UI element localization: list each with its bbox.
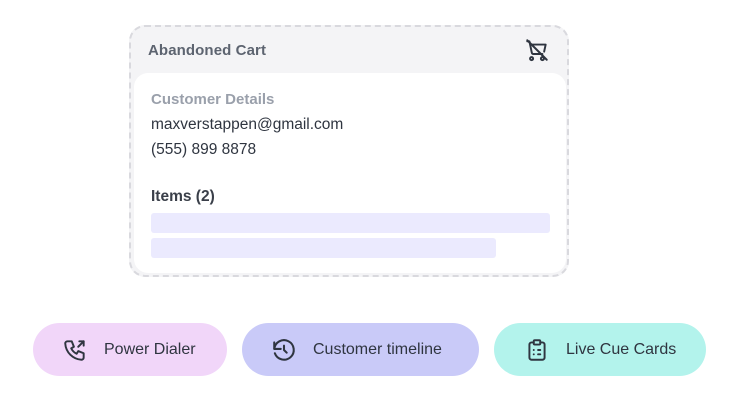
- item-placeholder: [151, 213, 550, 233]
- abandoned-cart-card: Abandoned Cart Customer Details maxverst…: [129, 25, 569, 277]
- live-cue-cards-label: Live Cue Cards: [566, 340, 677, 358]
- history-icon: [271, 337, 297, 363]
- stage: Abandoned Cart Customer Details maxverst…: [0, 0, 739, 404]
- customer-details-label: Customer Details: [151, 91, 275, 108]
- customer-email: maxverstappen@gmail.com: [151, 116, 344, 133]
- power-dialer-label: Power Dialer: [104, 340, 196, 358]
- customer-phone: (555) 899 8878: [151, 141, 257, 158]
- cart-body: Customer Details maxverstappen@gmail.com…: [134, 73, 566, 273]
- customer-timeline-button[interactable]: Customer timeline: [242, 323, 479, 376]
- cart-header: Abandoned Cart: [131, 27, 567, 73]
- power-dialer-button[interactable]: Power Dialer: [33, 323, 227, 376]
- cart-off-icon: [523, 36, 551, 64]
- clipboard-list-icon: [524, 337, 550, 363]
- item-placeholder: [151, 238, 496, 258]
- customer-timeline-label: Customer timeline: [313, 340, 442, 358]
- items-label: Items (2): [151, 188, 215, 205]
- phone-outgoing-icon: [62, 337, 88, 363]
- cart-title: Abandoned Cart: [148, 41, 267, 59]
- live-cue-cards-button[interactable]: Live Cue Cards: [494, 323, 706, 376]
